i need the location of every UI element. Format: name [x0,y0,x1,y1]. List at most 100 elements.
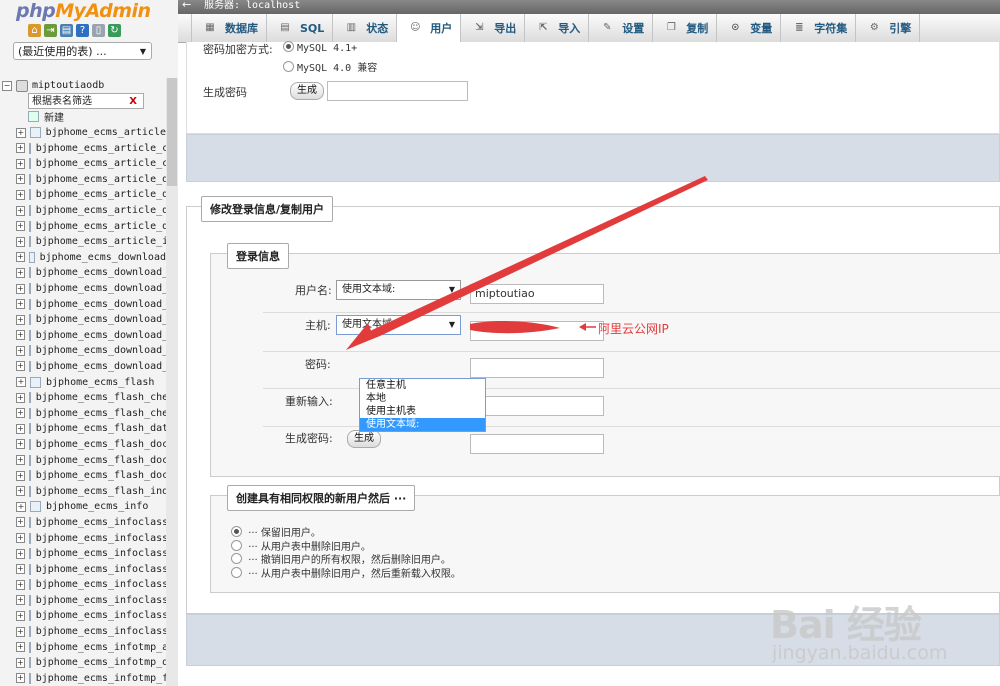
expand-icon[interactable]: + [16,127,26,138]
username-input[interactable]: miptoutiao [470,284,604,304]
tree-table-item[interactable]: + bjphome_ecms_article_do [0,187,174,203]
tree-table-item[interactable]: + bjphome_ecms_infoclass_ [0,577,174,593]
expand-icon[interactable]: + [16,610,25,621]
host-input[interactable] [470,321,604,341]
clear-filter-icon[interactable]: X [129,94,137,110]
expand-icon[interactable]: + [16,143,25,154]
expand-icon[interactable]: + [16,564,25,575]
tree-table-item[interactable]: + bjphome_ecms_article_ch [0,156,174,172]
tree-table-item[interactable]: + bjphome_ecms_download_d [0,343,174,359]
expand-icon[interactable]: + [16,345,25,356]
tree-table-item[interactable]: + bjphome_ecms_infoclass_ [0,561,174,577]
expand-icon[interactable]: + [16,423,25,434]
tree-table-item[interactable]: + bjphome_ecms_infoclass_ [0,515,174,531]
expand-icon[interactable]: + [16,361,25,372]
create-option-radio[interactable] [231,539,242,551]
host-option[interactable]: 任意主机 [360,379,485,392]
expand-icon[interactable]: + [16,267,25,278]
radio-hash-40[interactable] [283,61,294,72]
help-icon[interactable]: ? [76,24,89,37]
expand-icon[interactable]: + [16,486,25,497]
tree-table-item[interactable]: + bjphome_ecms_infoclass_ [0,593,174,609]
nav-scrollbar[interactable] [166,78,178,686]
tree-table-item[interactable]: + bjphome_ecms_infotmp_ar [0,639,174,655]
tab-engines[interactable]: ⚙ 引擎 [856,14,921,42]
tree-table-item[interactable]: + bjphome_ecms_info [0,499,166,515]
tree-table-item[interactable]: + bjphome_ecms_flash_data [0,421,174,437]
expand-icon[interactable]: + [16,548,25,559]
expand-icon[interactable]: + [16,657,25,668]
docs-icon[interactable]: ▯ [92,24,105,37]
expand-icon[interactable]: + [16,470,25,481]
tree-table-item[interactable]: + bjphome_ecms_infotmp_fl [0,671,174,686]
expand-icon[interactable]: + [16,189,25,200]
expand-icon[interactable]: + [16,392,25,403]
expand-icon[interactable]: + [16,626,25,637]
tree-table-item[interactable]: + bjphome_ecms_download_i [0,359,174,375]
hash-option-40[interactable]: MySQL 4.0 兼容 [283,59,377,74]
create-option-radio[interactable] [231,553,242,564]
expand-icon[interactable]: + [16,174,25,185]
tree-table-item[interactable]: + bjphome_ecms_download_c [0,281,174,297]
exit-icon[interactable]: ⇥ [44,24,57,37]
expand-icon[interactable]: + [16,595,25,606]
tab-sql[interactable]: ▤ SQL [267,14,334,42]
phpmyadmin-logo[interactable]: phpMyAdmin [16,0,151,22]
expand-icon[interactable]: + [16,501,26,512]
expand-icon[interactable]: + [16,533,25,544]
generate-password-button-2[interactable]: 生成 [347,430,381,448]
tab-replication[interactable]: ❐ 复制 [653,14,718,42]
host-type-select[interactable]: 使用文本域: ▼ [336,315,461,335]
radio-hash-41[interactable] [283,41,294,52]
tree-table-item[interactable]: + bjphome_ecms_download [0,250,166,266]
reload-icon[interactable]: ↻ [108,24,121,37]
generate-password-button[interactable]: 生成 [290,82,324,100]
tab-status[interactable]: ▥ 状态 [333,14,398,42]
host-option[interactable]: 使用主机表 [360,405,485,418]
password-input[interactable] [470,358,604,378]
tab-import[interactable]: ⇱ 导入 [525,14,590,42]
server-label[interactable]: 服务器: localhost [204,0,300,12]
tree-table-item[interactable]: + bjphome_ecms_article_do [0,203,174,219]
tree-table-item[interactable]: + bjphome_ecms_flash_chec [0,390,174,406]
generated-password-field[interactable] [327,81,468,101]
create-option[interactable]: ··· 从用户表中删除旧用户，然后重新载入权限。 [231,565,461,580]
tree-new-table[interactable]: 新建 [0,109,166,125]
expand-icon[interactable]: + [16,408,25,419]
tree-table-item[interactable]: + bjphome_ecms_article_do [0,218,174,234]
tree-table-item[interactable]: + bjphome_ecms_flash_chec [0,405,174,421]
tab-users[interactable]: ☺ 用户 [397,14,462,42]
collapse-icon[interactable]: − [2,80,12,91]
reenter-password-input[interactable] [470,396,604,416]
tree-table-item[interactable]: + bjphome_ecms_infotmp_do [0,655,174,671]
tree-table-item[interactable]: + bjphome_ecms_infoclass_ [0,608,174,624]
hash-option-41[interactable]: MySQL 4.1+ [283,41,357,54]
expand-icon[interactable]: + [16,299,25,310]
tree-table-item[interactable]: + bjphome_ecms_download_c [0,265,174,281]
expand-icon[interactable]: + [16,314,25,325]
create-option-radio[interactable] [231,526,242,537]
generated-password-field-2[interactable] [470,434,604,454]
tree-table-item[interactable]: + bjphome_ecms_infoclass_ [0,624,174,640]
tab-variables[interactable]: ⊙ 变量 [717,14,782,42]
tree-table-item[interactable]: + bjphome_ecms_flash_inde [0,483,174,499]
table-filter-input[interactable]: 根据表名筛选 X [28,93,144,110]
expand-icon[interactable]: + [16,236,25,247]
tree-table-item[interactable]: + bjphome_ecms_flash [0,374,166,390]
tree-table-item[interactable]: + bjphome_ecms_download_d [0,328,174,344]
tree-table-item[interactable]: + bjphome_ecms_article_in [0,234,174,250]
tree-table-item[interactable]: + bjphome_ecms_article_da [0,172,174,188]
expand-icon[interactable]: + [16,673,25,684]
expand-icon[interactable]: + [16,579,25,590]
create-option-radio[interactable] [231,566,242,578]
collapse-nav-icon[interactable]: ← [182,0,191,11]
expand-icon[interactable]: + [16,283,25,294]
expand-icon[interactable]: + [16,517,25,528]
expand-icon[interactable]: + [16,642,25,653]
tree-table-item[interactable]: + bjphome_ecms_infoclass_ [0,546,174,562]
expand-icon[interactable]: + [16,158,25,169]
tree-table-item[interactable]: + bjphome_ecms_flash_doc_ [0,452,174,468]
scrollbar-thumb[interactable] [167,78,177,186]
recent-tables-select[interactable]: (最近使用的表) ... ▼ [13,42,152,60]
tree-database[interactable]: − miptoutiaodb [2,78,166,94]
